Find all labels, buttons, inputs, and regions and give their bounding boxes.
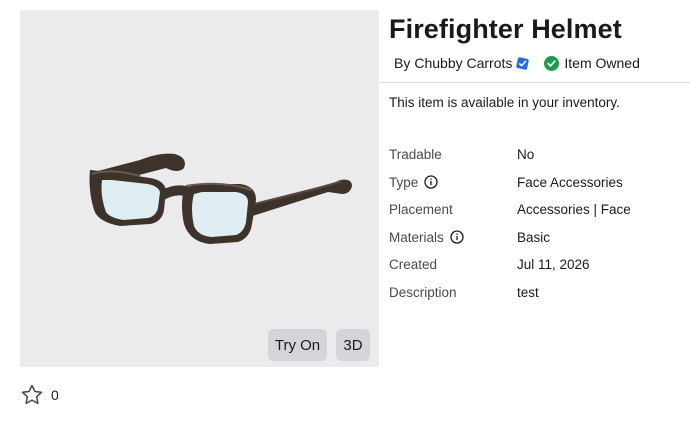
item-details-table: Tradable No Type Face Accessories Placem… bbox=[389, 144, 689, 309]
view-3d-button[interactable]: 3D bbox=[336, 329, 370, 361]
detail-value: test bbox=[517, 284, 539, 300]
item-owned-status: Item Owned bbox=[544, 55, 640, 71]
detail-row-placement: Placement Accessories | Face bbox=[389, 199, 689, 227]
creator-link[interactable]: Chubby Carrots bbox=[414, 55, 512, 71]
try-on-button[interactable]: Try On bbox=[268, 329, 327, 361]
item-byline: By Chubby Carrots Item Owned bbox=[394, 55, 640, 71]
detail-label: Placement bbox=[389, 202, 453, 217]
detail-value: Face Accessories bbox=[517, 174, 623, 190]
glasses-thumbnail-image bbox=[89, 153, 352, 244]
detail-row-materials: Materials Basic bbox=[389, 227, 689, 255]
detail-label: Created bbox=[389, 257, 438, 272]
verified-badge-icon bbox=[516, 56, 530, 70]
detail-row-description: Description test bbox=[389, 282, 689, 310]
detail-value: Jul 11, 2026 bbox=[517, 257, 590, 272]
detail-value: No bbox=[517, 147, 535, 162]
inventory-notice: This item is available in your inventory… bbox=[389, 95, 620, 110]
detail-label: Type bbox=[389, 175, 438, 190]
favorite-control: 0 bbox=[21, 384, 59, 405]
detail-row-tradable: Tradable No bbox=[389, 144, 689, 172]
item-owned-label: Item Owned bbox=[564, 55, 640, 71]
detail-value: Accessories | Face bbox=[517, 202, 631, 217]
item-details-page: Try On 3D Firefighter Helmet By Chubby C… bbox=[0, 0, 690, 430]
detail-value: Basic bbox=[517, 229, 551, 245]
info-icon[interactable] bbox=[424, 175, 438, 189]
header-divider bbox=[379, 82, 690, 83]
check-circle-icon bbox=[544, 55, 560, 71]
favorite-count: 0 bbox=[51, 386, 59, 403]
detail-label: Tradable bbox=[389, 147, 442, 162]
detail-label: Description bbox=[389, 284, 457, 300]
info-icon[interactable] bbox=[450, 230, 464, 244]
star-outline-icon[interactable] bbox=[21, 384, 43, 405]
detail-row-created: Created Jul 11, 2026 bbox=[389, 254, 689, 282]
by-label: By bbox=[394, 55, 411, 71]
detail-label: Materials bbox=[389, 230, 464, 245]
detail-row-type: Type Face Accessories bbox=[389, 172, 689, 200]
item-thumbnail: Try On 3D bbox=[20, 10, 379, 367]
item-title: Firefighter Helmet bbox=[389, 14, 622, 44]
